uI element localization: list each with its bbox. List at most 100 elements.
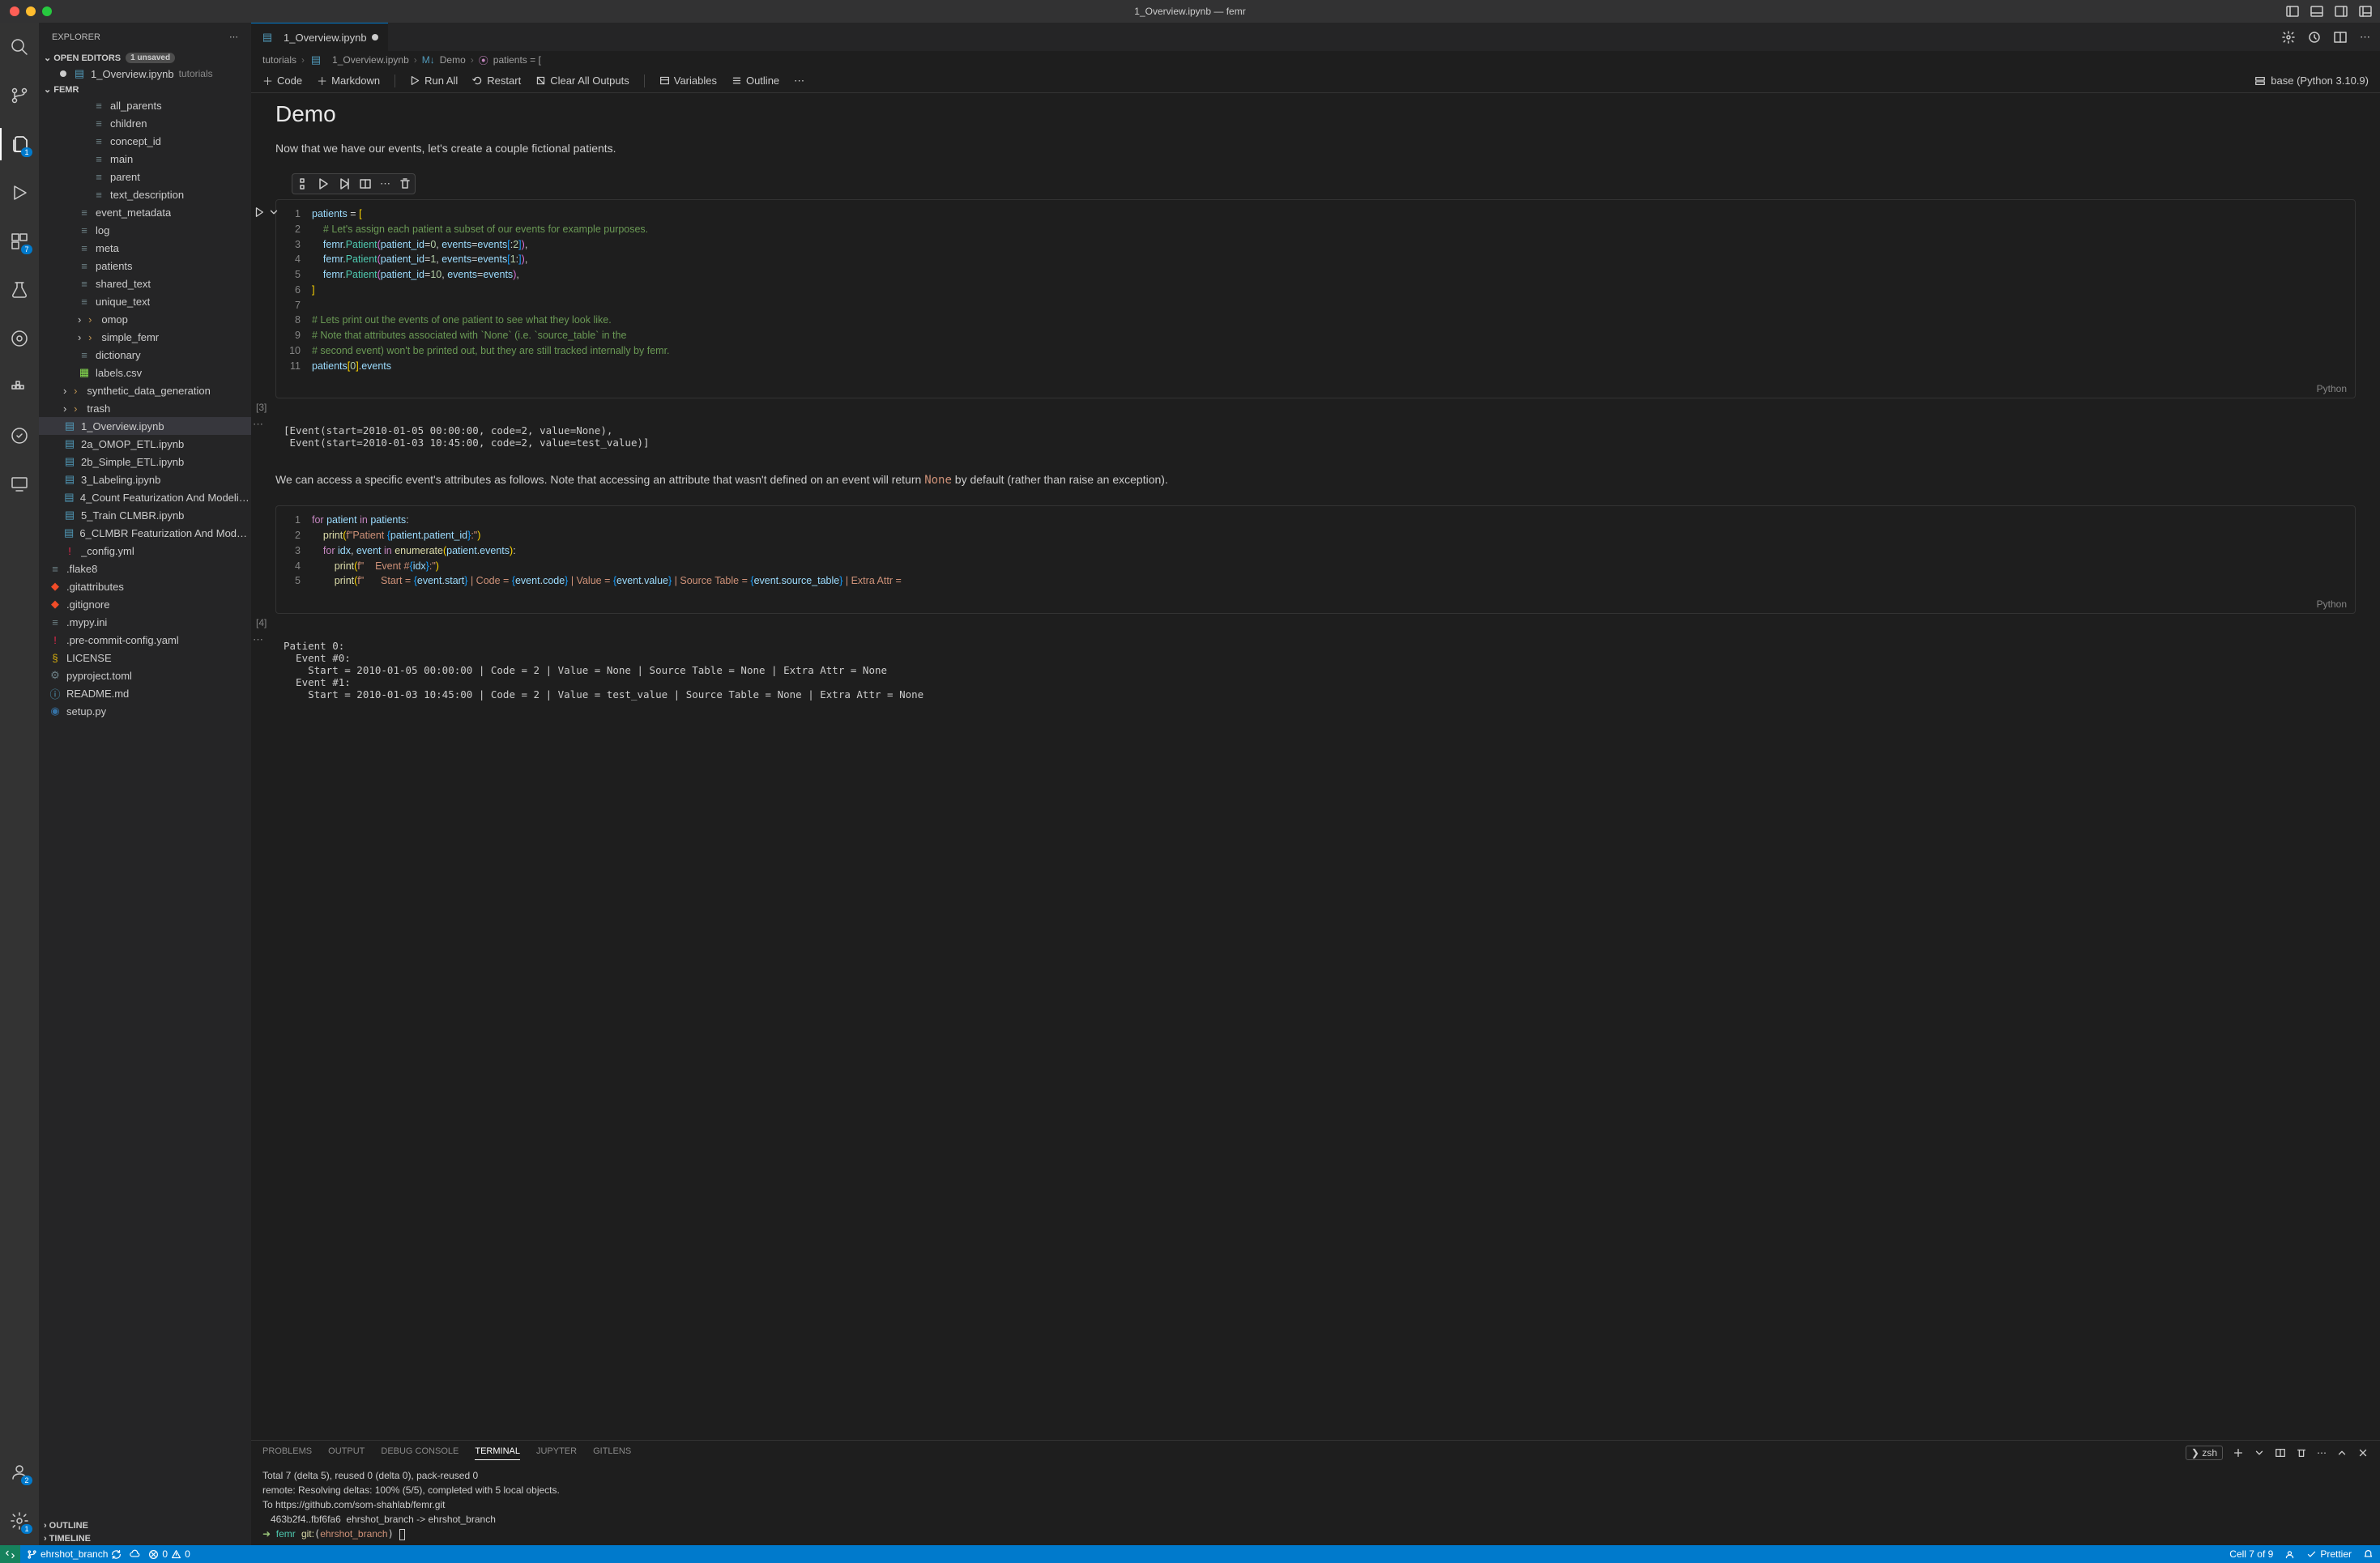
chevron-up-icon[interactable]: [2336, 1447, 2348, 1459]
minimize-window-button[interactable]: [26, 6, 36, 16]
run-by-line-icon[interactable]: [338, 177, 351, 190]
tree-item[interactable]: ▤5_Train CLMBR.ipynb: [39, 506, 251, 524]
prettier-status[interactable]: Prettier: [2306, 1548, 2352, 1560]
tree-item[interactable]: ▤2a_OMOP_ETL.ipynb: [39, 435, 251, 453]
more-icon[interactable]: ⋯: [253, 418, 263, 431]
tree-item[interactable]: ≡concept_id: [39, 132, 251, 150]
activity-remote[interactable]: [0, 468, 39, 500]
panel-tab-jupyter[interactable]: JUPYTER: [536, 1446, 577, 1460]
tree-item[interactable]: ≡log: [39, 221, 251, 239]
trash-icon[interactable]: [2296, 1447, 2307, 1459]
activity-accounts[interactable]: 2: [0, 1456, 39, 1488]
project-section[interactable]: ⌄ FEMR: [39, 83, 251, 96]
tree-item[interactable]: !.pre-commit-config.yaml: [39, 631, 251, 649]
tree-item[interactable]: ▤4_Count Featurization And Modeling.i...: [39, 488, 251, 506]
more-icon[interactable]: ⋯: [2317, 1447, 2327, 1459]
open-editors-section[interactable]: ⌄ OPEN EDITORS 1 unsaved: [39, 51, 251, 65]
timeline-section[interactable]: › TIMELINE: [39, 1532, 251, 1545]
cell-position[interactable]: Cell 7 of 9: [2229, 1548, 2273, 1560]
tree-item[interactable]: ≡children: [39, 114, 251, 132]
activity-search[interactable]: [0, 31, 39, 63]
variables-button[interactable]: Variables: [659, 75, 717, 87]
tree-item[interactable]: ≡unique_text: [39, 292, 251, 310]
more-icon[interactable]: ⋯: [794, 75, 804, 87]
panel-tab-gitlens[interactable]: GITLENS: [593, 1446, 631, 1460]
tree-item[interactable]: ≡shared_text: [39, 275, 251, 292]
terminal-shell-selector[interactable]: ❯ zsh: [2186, 1446, 2223, 1460]
layout-panel-right-icon[interactable]: [2335, 5, 2348, 18]
tree-item[interactable]: ≡.mypy.ini: [39, 613, 251, 631]
tree-item[interactable]: ≡event_metadata: [39, 203, 251, 221]
editor-tab[interactable]: ▤ 1_Overview.ipynb: [251, 23, 388, 51]
panel-tab-debug-console[interactable]: DEBUG CONSOLE: [381, 1446, 459, 1460]
more-icon[interactable]: ⋯: [229, 32, 238, 42]
outline-button[interactable]: Outline: [731, 75, 779, 87]
trash-icon[interactable]: [399, 177, 412, 190]
history-icon[interactable]: [2308, 31, 2321, 44]
tree-item[interactable]: ▤2b_Simple_ETL.ipynb: [39, 453, 251, 471]
panel-tab-output[interactable]: OUTPUT: [328, 1446, 365, 1460]
add-markdown-button[interactable]: ＋Markdown: [317, 73, 380, 88]
tree-item[interactable]: ≡all_parents: [39, 96, 251, 114]
tree-item[interactable]: ≡main: [39, 150, 251, 168]
tree-item[interactable]: ››simple_femr: [39, 328, 251, 346]
layout-panel-left-icon[interactable]: [2286, 5, 2299, 18]
remote-button[interactable]: [0, 1545, 20, 1563]
panel-tab-problems[interactable]: PROBLEMS: [262, 1446, 312, 1460]
split-editor-icon[interactable]: [2334, 31, 2347, 44]
person-icon[interactable]: [2284, 1549, 2295, 1560]
panel-tab-terminal[interactable]: TERMINAL: [475, 1446, 520, 1460]
activity-settings[interactable]: 1: [0, 1505, 39, 1537]
code-cell-1[interactable]: 1patients = [ 2 # Let's assign each pati…: [275, 199, 2356, 398]
activity-extensions[interactable]: 7: [0, 225, 39, 258]
maximize-window-button[interactable]: [42, 6, 52, 16]
clear-outputs-button[interactable]: Clear All Outputs: [535, 75, 629, 87]
tree-item[interactable]: ≡meta: [39, 239, 251, 257]
activity-gitlens[interactable]: [0, 322, 39, 355]
branch-status[interactable]: ehrshot_branch: [27, 1548, 122, 1560]
more-icon[interactable]: ⋯: [253, 633, 263, 646]
cell-language[interactable]: Python: [276, 380, 2355, 398]
cloud-icon[interactable]: [130, 1549, 140, 1560]
notebook-body[interactable]: Demo Now that we have our events, let's …: [251, 93, 2380, 1440]
layout-customize-icon[interactable]: [2359, 5, 2372, 18]
code-editor[interactable]: 1patients = [ 2 # Let's assign each pati…: [276, 200, 2355, 380]
tree-item[interactable]: ≡parent: [39, 168, 251, 185]
chevron-down-icon[interactable]: [2254, 1447, 2265, 1459]
split-cell-icon[interactable]: [359, 177, 372, 190]
code-cell-2[interactable]: 1for patient in patients: 2 print(f"Pati…: [275, 505, 2356, 614]
close-window-button[interactable]: [10, 6, 19, 16]
activity-debug[interactable]: [0, 177, 39, 209]
cell-language[interactable]: Python: [276, 595, 2355, 613]
tree-item[interactable]: §LICENSE: [39, 649, 251, 667]
tree-item[interactable]: ◆.gitignore: [39, 595, 251, 613]
tree-item[interactable]: ››synthetic_data_generation: [39, 381, 251, 399]
tree-item[interactable]: ▤6_CLMBR Featurization And Modeling....: [39, 524, 251, 542]
tree-item[interactable]: ≡dictionary: [39, 346, 251, 364]
tree-item[interactable]: ≡.flake8: [39, 560, 251, 577]
activity-source-control[interactable]: [0, 79, 39, 112]
tree-item[interactable]: ≡patients: [39, 257, 251, 275]
activity-explorer[interactable]: 1: [0, 128, 39, 160]
more-icon[interactable]: ⋯: [380, 177, 390, 190]
more-icon[interactable]: ⋯: [2360, 31, 2370, 44]
activity-testing[interactable]: [0, 274, 39, 306]
tree-item[interactable]: ▤3_Labeling.ipynb: [39, 471, 251, 488]
open-editor-item[interactable]: ▤ 1_Overview.ipynb tutorials: [39, 65, 251, 83]
tree-item[interactable]: ⓘREADME.md: [39, 684, 251, 702]
activity-docker[interactable]: [0, 371, 39, 403]
split-terminal-icon[interactable]: [2275, 1447, 2286, 1459]
breadcrumbs[interactable]: tutorials› ▤ 1_Overview.ipynb› M↓ Demo› …: [251, 51, 2380, 69]
restart-button[interactable]: Restart: [472, 75, 521, 87]
add-code-button[interactable]: ＋Code: [262, 73, 302, 88]
tree-item[interactable]: ▤1_Overview.ipynb: [39, 417, 251, 435]
run-cell-icon[interactable]: [317, 177, 330, 190]
code-editor[interactable]: 1for patient in patients: 2 print(f"Pati…: [276, 506, 2355, 595]
add-terminal-icon[interactable]: [2233, 1447, 2244, 1459]
tree-item[interactable]: ››omop: [39, 310, 251, 328]
layout-panel-bottom-icon[interactable]: [2310, 5, 2323, 18]
activity-live-share[interactable]: [0, 419, 39, 452]
run-cell-icon[interactable]: [254, 207, 265, 218]
tree-item[interactable]: ≡text_description: [39, 185, 251, 203]
tree-item[interactable]: ▦labels.csv: [39, 364, 251, 381]
